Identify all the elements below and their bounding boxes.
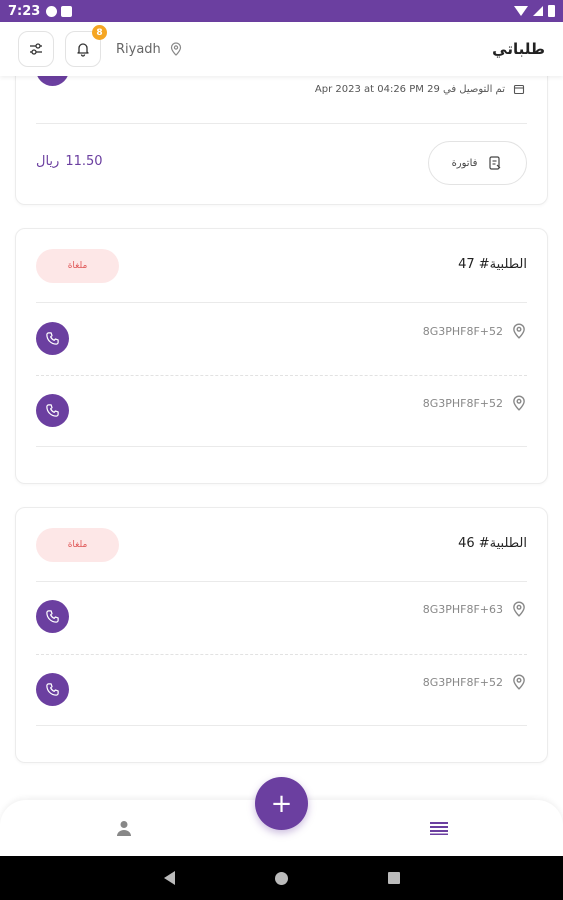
price-currency: ريال bbox=[36, 154, 60, 169]
nav-orders[interactable] bbox=[427, 816, 451, 840]
dropoff-address-row: 8G3PHF8F+52 bbox=[423, 674, 527, 690]
invoice-icon bbox=[489, 156, 501, 170]
call-button[interactable] bbox=[36, 322, 69, 355]
divider bbox=[36, 581, 527, 582]
system-nav-bar bbox=[0, 856, 563, 900]
recents-icon[interactable] bbox=[387, 872, 400, 884]
sliders-icon bbox=[30, 43, 42, 55]
dropoff-address: 8G3PHF8F+52 bbox=[422, 396, 503, 410]
phone-icon bbox=[46, 404, 59, 417]
person-icon bbox=[117, 821, 131, 836]
status-badge: ملغاة bbox=[36, 528, 119, 562]
divider bbox=[36, 375, 527, 376]
call-button[interactable] bbox=[36, 673, 69, 706]
order-number: الطلبية# 46 bbox=[458, 536, 527, 551]
city-selector[interactable]: Riyadh bbox=[116, 42, 183, 57]
divider bbox=[36, 123, 527, 124]
location-pin-icon bbox=[513, 323, 525, 339]
location-pin-icon bbox=[513, 674, 525, 690]
delivered-text: تم التوصيل في 29 Apr 2023 at 04:26 PM bbox=[314, 83, 505, 95]
status-bar: 7:23 bbox=[0, 0, 563, 22]
notification-badge: 8 bbox=[92, 25, 107, 40]
dropoff-address-row: 8G3PHF8F+52 bbox=[423, 395, 527, 411]
add-order-button[interactable]: + bbox=[255, 777, 308, 830]
pinterest-icon bbox=[46, 5, 58, 17]
order-card-delivered: تم التوصيل في 29 Apr 2023 at 04:26 PM 11… bbox=[15, 53, 548, 205]
location-pin-icon bbox=[513, 601, 525, 617]
status-time: 7:23 bbox=[8, 3, 41, 19]
divider bbox=[36, 654, 527, 655]
call-button[interactable] bbox=[36, 600, 69, 633]
bell-icon bbox=[77, 43, 89, 57]
status-badge: ملغاة bbox=[36, 249, 119, 283]
invoice-button[interactable]: فاتورة bbox=[428, 141, 527, 185]
battery-icon bbox=[548, 5, 555, 17]
wifi-icon bbox=[514, 6, 528, 16]
location-pin-icon bbox=[513, 395, 525, 411]
sim-card-icon bbox=[61, 5, 73, 17]
phone-icon bbox=[46, 610, 59, 623]
list-icon bbox=[430, 822, 448, 835]
pickup-address-row: 8G3PHF8F+52 bbox=[423, 323, 527, 339]
pickup-address-row: 8G3PHF8F+63 bbox=[423, 601, 527, 617]
order-card[interactable]: الطلبية# 47 ملغاة 8G3PHF8F+52 8G3PHF8F+5… bbox=[15, 228, 548, 484]
nav-profile[interactable] bbox=[112, 816, 136, 840]
location-pin-icon bbox=[170, 42, 181, 56]
plus-icon: + bbox=[270, 788, 293, 819]
pickup-address: 8G3PHF8F+63 bbox=[422, 602, 503, 616]
delivered-row: تم التوصيل في 29 Apr 2023 at 04:26 PM bbox=[315, 83, 525, 95]
page-title: طلباتي bbox=[492, 40, 545, 58]
divider bbox=[36, 446, 527, 447]
order-number: الطلبية# 47 bbox=[458, 257, 527, 272]
pickup-address: 8G3PHF8F+52 bbox=[422, 324, 503, 338]
signal-icon bbox=[533, 6, 543, 16]
home-icon[interactable] bbox=[274, 871, 288, 885]
invoice-label: فاتورة bbox=[451, 157, 478, 169]
call-button[interactable] bbox=[36, 394, 69, 427]
divider bbox=[36, 725, 527, 726]
city-label: Riyadh bbox=[116, 41, 161, 57]
divider bbox=[36, 302, 527, 303]
price-value: 11.50 bbox=[65, 154, 103, 169]
filter-button[interactable] bbox=[18, 31, 54, 67]
notifications-button[interactable]: 8 bbox=[65, 25, 107, 67]
order-price: 11.50 ريال bbox=[36, 154, 103, 169]
phone-icon bbox=[46, 683, 59, 696]
phone-icon bbox=[46, 332, 59, 345]
dropoff-address: 8G3PHF8F+52 bbox=[422, 675, 503, 689]
calendar-icon bbox=[513, 84, 525, 95]
app-header: 8 Riyadh طلباتي bbox=[0, 22, 563, 76]
back-icon[interactable] bbox=[163, 871, 175, 885]
order-card[interactable]: الطلبية# 46 ملغاة 8G3PHF8F+63 8G3PHF8F+5… bbox=[15, 507, 548, 763]
